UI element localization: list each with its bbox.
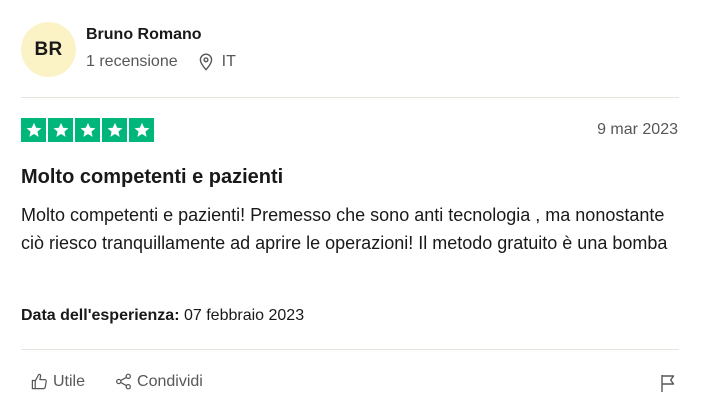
star-icon: [129, 118, 154, 142]
share-button[interactable]: Condividi: [114, 372, 203, 391]
header-divider: [21, 97, 679, 98]
flag-icon[interactable]: [658, 373, 678, 393]
review-title[interactable]: Molto competenti e pazienti: [21, 166, 283, 189]
review-body: Molto competenti e pazienti! Premesso ch…: [21, 205, 668, 253]
review-count: 1 recensione: [86, 53, 178, 70]
star-icon: [102, 118, 127, 142]
experience-date: Data dell'esperienza: 07 febbraio 2023: [21, 307, 304, 325]
thumbs-up-icon: [31, 373, 47, 390]
footer-divider: [21, 349, 679, 350]
share-label: Condividi: [137, 372, 203, 390]
star-icon: [48, 118, 73, 142]
star-icon: [21, 118, 46, 142]
star-rating: [21, 118, 154, 142]
review-date: 9 mar 2023: [597, 121, 678, 138]
avatar[interactable]: BR: [21, 22, 76, 77]
location-pin-icon: [199, 53, 212, 71]
reviewer-meta: 1 recensione IT: [86, 53, 236, 71]
reviewer-country: IT: [221, 53, 236, 70]
experience-label: Data dell'esperienza:: [21, 307, 180, 324]
share-icon: [116, 373, 131, 390]
reviewer-name[interactable]: Bruno Romano: [86, 26, 202, 44]
star-icon: [75, 118, 100, 142]
useful-label: Utile: [53, 372, 86, 390]
review-actions: Utile Condividi: [30, 372, 232, 391]
experience-value: 07 febbraio 2023: [183, 307, 305, 324]
avatar-initials: BR: [34, 38, 63, 60]
useful-button[interactable]: Utile: [30, 372, 85, 391]
